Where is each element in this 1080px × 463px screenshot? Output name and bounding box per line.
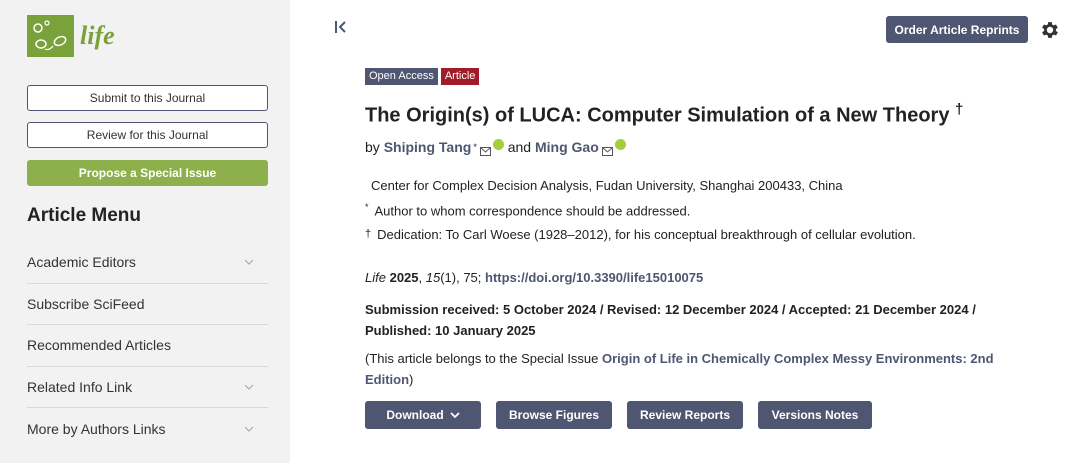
browse-figures-button[interactable]: Browse Figures <box>496 401 612 429</box>
mail-icon[interactable] <box>479 143 491 156</box>
correspondence-note: * Author to whom correspondence should be… <box>365 202 690 218</box>
menu-item-label: Academic Editors <box>27 254 136 271</box>
sidebar: life Submit to this Journal Review for t… <box>0 0 290 463</box>
dedication-mark: † <box>365 228 372 240</box>
article-title: The Origin(s) of LUCA: Computer Simulati… <box>365 101 963 128</box>
chevron-down-icon <box>242 422 256 436</box>
review-reports-button[interactable]: Review Reports <box>627 401 743 429</box>
chevron-down-icon <box>450 411 460 419</box>
author-link[interactable]: Ming Gao <box>535 139 599 155</box>
menu-item-more-by-authors[interactable]: More by Authors Links <box>27 408 268 450</box>
chevron-down-icon <box>242 255 256 269</box>
download-button[interactable]: Download <box>365 401 481 429</box>
author-link[interactable]: Shiping Tang <box>384 139 472 155</box>
menu-item-subscribe-scifeed[interactable]: Subscribe SciFeed <box>27 284 268 325</box>
menu-item-label: Recommended Articles <box>27 337 171 354</box>
orcid-icon[interactable] <box>614 138 626 150</box>
doi-link[interactable]: https://doi.org/10.3390/life15010075 <box>485 270 703 285</box>
menu-item-label: Related Info Link <box>27 378 133 395</box>
dedication-note: † Dedication: To Carl Woese (1928–2012), … <box>365 227 916 242</box>
special-prefix: (This article belongs to the Special Iss… <box>365 351 603 366</box>
article-type-badge: Article <box>440 68 480 85</box>
collapse-left-icon[interactable] <box>334 20 348 39</box>
menu-item-label: More by Authors Links <box>27 420 166 437</box>
citation-issue: (1), 75; <box>440 270 482 285</box>
gear-icon[interactable] <box>1039 19 1061 41</box>
menu-item-recommended-articles[interactable]: Recommended Articles <box>27 325 268 367</box>
propose-special-issue-button[interactable]: Propose a Special Issue <box>27 160 268 186</box>
orcid-icon[interactable] <box>492 138 504 150</box>
article-main: Order Article Reprints Open Access Artic… <box>290 0 1080 463</box>
title-dagger: † <box>955 101 964 118</box>
journal-logo[interactable]: life <box>27 15 115 57</box>
menu-item-academic-editors[interactable]: Academic Editors <box>27 242 268 284</box>
submit-to-journal-button[interactable]: Submit to this Journal <box>27 85 268 111</box>
special-issue-note: (This article belongs to the Special Iss… <box>365 348 1045 390</box>
citation-volume: 15 <box>425 270 441 285</box>
menu-item-related-info-link[interactable]: Related Info Link <box>27 367 268 408</box>
journal-name: life <box>80 21 115 50</box>
special-suffix: ) <box>409 372 414 387</box>
author-mark: * <box>473 142 477 152</box>
chevron-down-icon <box>242 380 256 394</box>
correspondence-mark: * <box>365 202 369 212</box>
menu-item-label: Subscribe SciFeed <box>27 295 145 312</box>
citation-journal: Life <box>365 270 386 285</box>
author-line: by Shiping Tang * and Ming Gao <box>365 138 626 156</box>
versions-notes-button[interactable]: Versions Notes <box>758 401 872 429</box>
mail-icon[interactable] <box>601 143 613 156</box>
dedication-text: Dedication: To Carl Woese (1928–2012), f… <box>377 227 916 242</box>
citation: Life 2025, 15(1), 75; https://doi.org/10… <box>365 270 704 285</box>
by-label: by <box>365 139 380 155</box>
review-for-journal-button[interactable]: Review for this Journal <box>27 122 268 148</box>
article-badges: Open Access Article <box>365 68 480 85</box>
affiliation: Center for Complex Decision Analysis, Fu… <box>371 178 843 193</box>
article-title-text: The Origin(s) of LUCA: Computer Simulati… <box>365 104 950 127</box>
order-reprints-button[interactable]: Order Article Reprints <box>886 16 1028 43</box>
citation-year: 2025 <box>389 270 419 285</box>
correspondence-text: Author to whom correspondence should be … <box>374 203 691 219</box>
article-actions: Download Browse Figures Review Reports V… <box>365 401 872 429</box>
article-menu-title: Article Menu <box>27 205 142 226</box>
and-label: and <box>507 139 532 155</box>
open-access-badge: Open Access <box>365 68 438 85</box>
publication-dates: Submission received: 5 October 2024 / Re… <box>365 302 976 338</box>
article-menu: Academic Editors Subscribe SciFeed Recom… <box>27 242 268 450</box>
logo-icon <box>27 15 74 57</box>
download-label: Download <box>386 408 444 422</box>
